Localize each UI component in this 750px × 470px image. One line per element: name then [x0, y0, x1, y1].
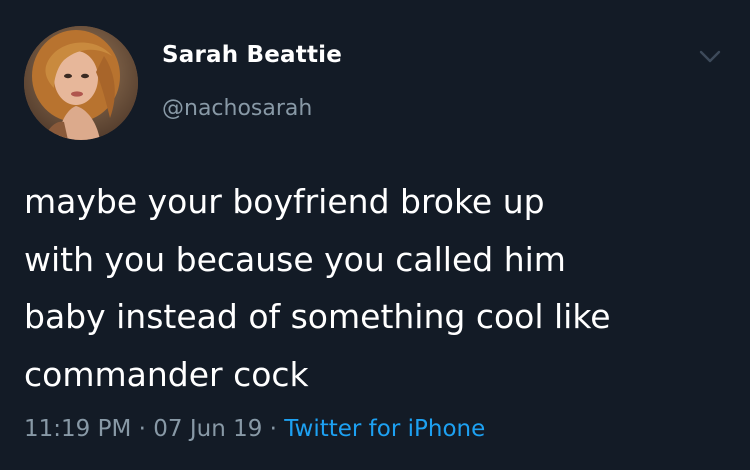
tweet-text: maybe your boyfriend broke up with you b… [24, 173, 724, 403]
display-name[interactable]: Sarah Beattie [162, 42, 342, 68]
tweet-text-line: with you because you called him [24, 239, 566, 279]
user-handle[interactable]: @nachosarah [162, 96, 312, 121]
meta-separator: · [262, 416, 285, 442]
tweet-time[interactable]: 11:19 PM [24, 416, 131, 442]
tweet-source-link[interactable]: Twitter for iPhone [284, 416, 485, 442]
tweet-text-line: baby instead of something cool like [24, 297, 611, 336]
meta-separator: · [131, 416, 154, 442]
tweet-text-line: maybe your boyfriend broke up [24, 182, 545, 221]
tweet-date[interactable]: 07 Jun 19 [153, 416, 262, 442]
avatar[interactable] [24, 26, 138, 140]
tweet-card: Sarah Beattie @nachosarah maybe your boy… [0, 0, 750, 470]
tweet-text-line: commander cock [24, 354, 309, 394]
avatar-image [24, 26, 138, 140]
chevron-down-icon[interactable] [695, 44, 725, 68]
tweet-meta: 11:19 PM · 07 Jun 19 · Twitter for iPhon… [24, 416, 485, 442]
